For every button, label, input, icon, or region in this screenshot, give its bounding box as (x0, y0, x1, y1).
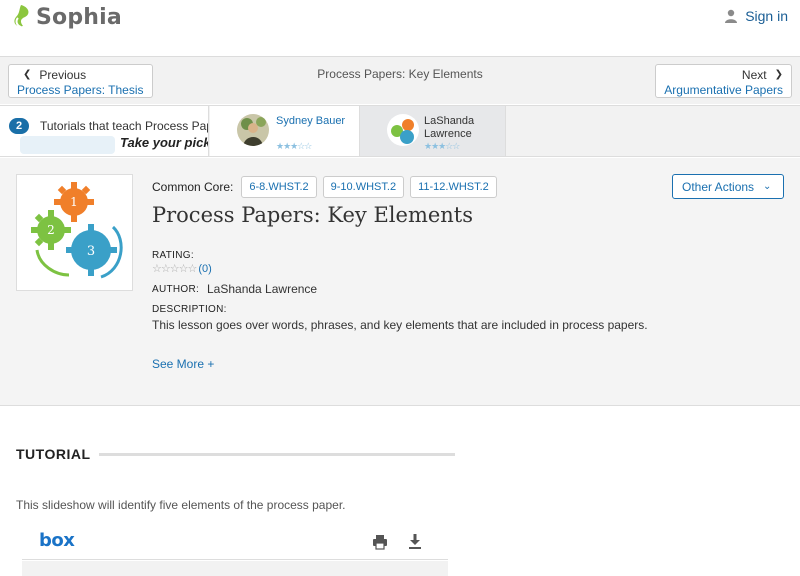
tutorial-heading: TUTORIAL (16, 446, 91, 462)
standard-tag-11-12[interactable]: 11-12.WHST.2 (410, 176, 497, 198)
lesson-detail-panel: 1 2 3 Common Core: 6-8.WHST.2 9-10.WHST.… (0, 158, 800, 406)
tutorials-strip: 2 Tutorials that teach Process Papers: K… (0, 105, 800, 157)
top-header: Sophia Sign in (0, 0, 800, 57)
rating-label: RATING: (152, 250, 194, 261)
author-label: AUTHOR: (152, 284, 200, 295)
tutorial-rating-stars: ★★★☆☆ (276, 141, 312, 151)
tutorial-description: This slideshow will identify five elemen… (16, 498, 346, 512)
author-first-name: LaShanda (424, 115, 475, 127)
lesson-title: Process Papers: Key Elements (152, 203, 474, 227)
heading-divider (98, 452, 455, 456)
tutorial-author-name: Sydney Bauer (276, 115, 346, 127)
download-icon[interactable] (408, 533, 422, 549)
avatar (237, 114, 269, 146)
rating-row[interactable]: ☆☆☆☆☆ (0) (152, 262, 212, 276)
tutorial-rating-stars: ★★★☆☆ (424, 141, 460, 151)
author-last-name: Lawrence (424, 128, 472, 140)
tutorials-intro: 2 Tutorials that teach Process Papers: K… (0, 106, 209, 156)
common-core-label: Common Core: (152, 180, 234, 194)
decorative-background (20, 136, 115, 154)
next-label: Next (741, 68, 767, 82)
user-icon (725, 9, 738, 23)
standard-tag-6-8[interactable]: 6-8.WHST.2 (241, 176, 317, 198)
sign-in-link[interactable]: Sign in (724, 8, 788, 24)
tutorials-text: Tutorials that teach Process Papers: Key… (40, 119, 208, 133)
lesson-thumbnail: 1 2 3 (16, 174, 133, 291)
avatar (387, 114, 419, 146)
sign-in-label: Sign in (745, 8, 788, 24)
gear-label-3: 3 (87, 244, 95, 259)
other-actions-button[interactable]: Other Actions ⌄ (672, 174, 784, 199)
common-core-row: Common Core: 6-8.WHST.2 9-10.WHST.2 11-1… (152, 176, 503, 198)
tutorial-heading-row: TUTORIAL (16, 446, 455, 462)
chevron-right-icon: ❯ (774, 69, 783, 80)
next-button[interactable]: Next ❯ Argumentative Papers (655, 64, 792, 98)
lesson-description: This lesson goes over words, phrases, an… (152, 318, 648, 332)
description-label: DESCRIPTION: (152, 304, 227, 315)
box-viewer-toolbar: box (22, 524, 448, 560)
sophia-logo[interactable]: Sophia (10, 3, 122, 31)
chevron-down-icon: ⌄ (763, 181, 772, 192)
gear-label-1: 1 (70, 195, 78, 209)
rating-stars: ☆☆☆☆☆ (152, 263, 197, 275)
gears-avatar-icon (387, 114, 419, 146)
other-actions-label: Other Actions (682, 179, 755, 194)
tutorial-count-badge: 2 (9, 118, 29, 134)
author-name: LaShanda Lawrence (207, 282, 318, 296)
standard-tag-9-10[interactable]: 9-10.WHST.2 (322, 176, 405, 198)
box-logo[interactable]: box (39, 530, 75, 551)
see-more-link[interactable]: See More + (152, 357, 214, 371)
take-your-pick: Take your pick: (120, 135, 209, 150)
print-icon[interactable] (372, 534, 388, 550)
previous-lesson-title: Process Papers: Thesis (17, 83, 144, 97)
tutorial-card-lashanda-lawrence[interactable]: LaShanda Lawrence ★★★☆☆ (360, 106, 506, 156)
tutorial-author-name: LaShanda Lawrence (424, 115, 474, 141)
logo-text: Sophia (36, 4, 122, 30)
sophia-leaf-icon (14, 5, 29, 28)
avatar-photo-icon (237, 114, 269, 146)
next-lesson-title: Argumentative Papers (664, 83, 783, 97)
lesson-navigation: ❮ Previous Process Papers: Thesis Process… (0, 57, 800, 104)
gear-label-2: 2 (47, 223, 55, 237)
rating-count[interactable]: (0) (198, 263, 211, 275)
tutorial-card-sydney-bauer[interactable]: Sydney Bauer ★★★☆☆ (210, 106, 360, 156)
gears-thumbnail-icon: 1 2 3 (31, 182, 123, 279)
box-viewer-body (22, 561, 448, 576)
